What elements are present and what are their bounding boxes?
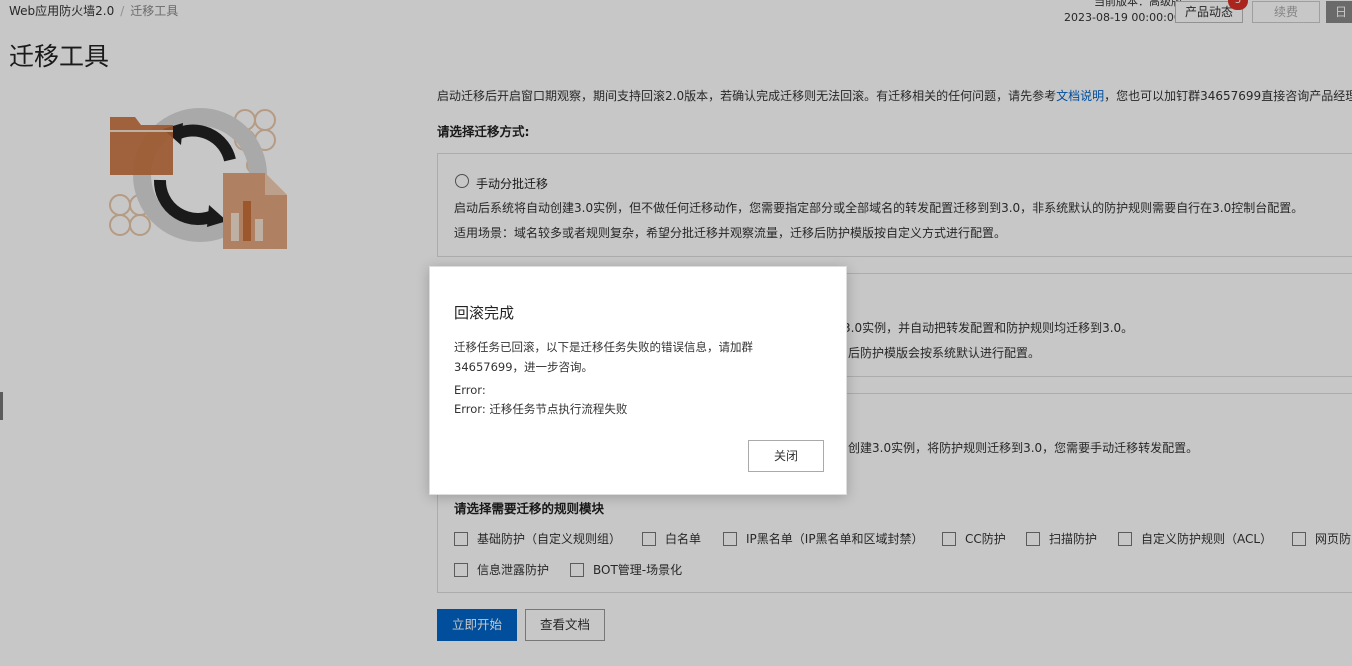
dialog-error-line: Error: 迁移任务节点执行流程失败 [454, 402, 628, 416]
dialog-error-line: Error: [454, 383, 486, 397]
close-button[interactable]: 关闭 [748, 440, 824, 472]
dialog-message: 迁移任务已回滚，以下是迁移任务失败的错误信息，请加群34657699，进一步咨询… [454, 340, 753, 374]
dialog-title: 回滚完成 [454, 304, 515, 322]
rollback-complete-dialog: 回滚完成 迁移任务已回滚，以下是迁移任务失败的错误信息，请加群34657699，… [429, 266, 847, 495]
